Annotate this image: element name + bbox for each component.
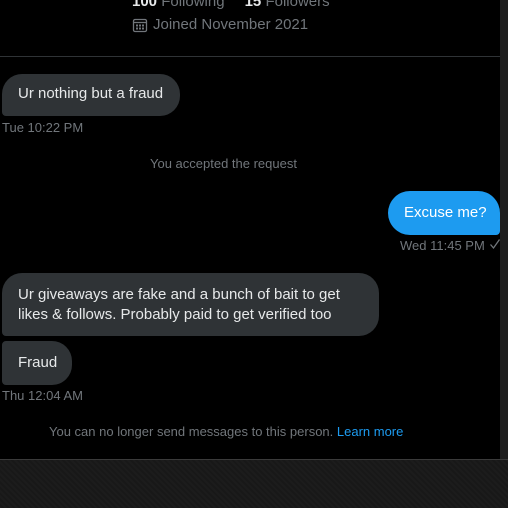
checkmark-icon — [489, 238, 501, 253]
calendar-icon — [132, 17, 148, 33]
followers-link[interactable]: 15 Followers — [245, 0, 330, 10]
followers-label: Followers — [265, 0, 330, 10]
message-text-line: Ur giveaways are fake and a bunch of bai… — [18, 286, 340, 303]
app-window: 100 Following 15 Followers Joined Novembe… — [0, 0, 508, 508]
message-timestamp-row: Wed 11:45 PM — [400, 238, 501, 253]
message-timestamp: Wed 11:45 PM — [400, 238, 485, 253]
following-label: Following — [161, 0, 225, 10]
system-message: You accepted the request — [150, 156, 297, 171]
message-text: Ur nothing but a fraud — [18, 85, 164, 102]
message-timestamp: Tue 10:22 PM — [2, 120, 84, 135]
conversation-panel: 100 Following 15 Followers Joined Novembe… — [0, 0, 500, 460]
message-text: Excuse me? — [404, 204, 487, 221]
message-bubble-incoming[interactable]: Fraud — [2, 341, 72, 385]
following-link[interactable]: 100 Following — [132, 0, 225, 10]
learn-more-link[interactable]: Learn more — [337, 424, 403, 439]
message-bubble-incoming[interactable]: Ur giveaways are fake and a bunch of bai… — [2, 273, 379, 336]
message-timestamp: Thu 12:04 AM — [2, 388, 83, 403]
background-area — [0, 459, 508, 508]
following-count: 100 — [132, 0, 158, 10]
message-text: Fraud — [18, 354, 58, 371]
profile-stats: 100 Following 15 Followers — [132, 0, 330, 10]
conversation-notice: You can no longer send messages to this … — [49, 424, 403, 439]
message-bubble-outgoing[interactable]: Excuse me? — [388, 191, 500, 235]
divider — [0, 56, 500, 57]
joined-text: Joined November 2021 — [153, 16, 309, 33]
notice-text: You can no longer send messages to this … — [49, 424, 334, 439]
scrollbar-track[interactable] — [500, 0, 508, 460]
message-text-line: likes & follows. Probably paid to get ve… — [18, 306, 332, 323]
message-bubble-incoming[interactable]: Ur nothing but a fraud — [2, 74, 180, 116]
followers-count: 15 — [244, 0, 262, 10]
joined-date: Joined November 2021 — [132, 16, 308, 33]
